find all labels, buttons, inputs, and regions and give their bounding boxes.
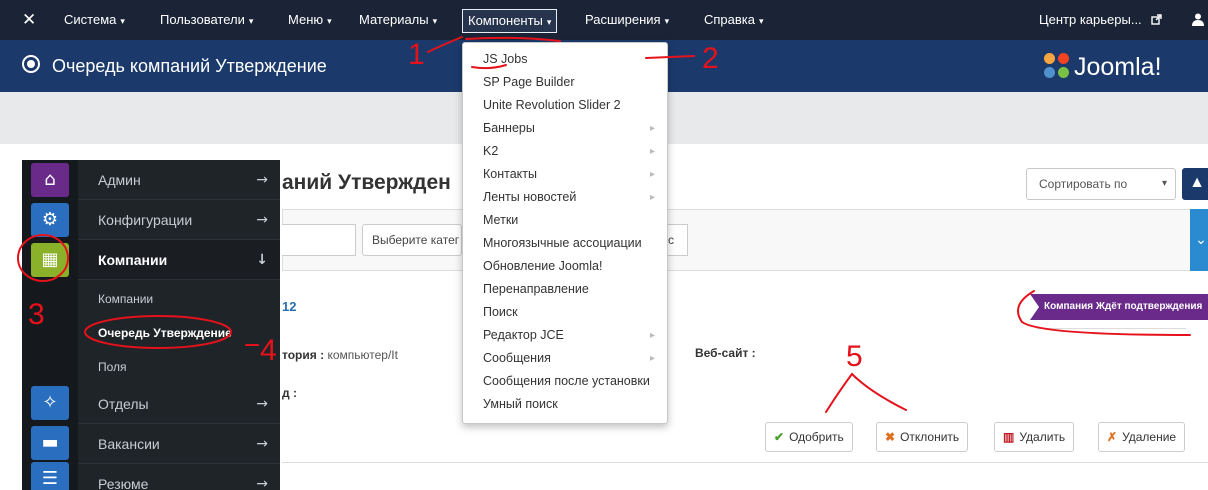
- dropdown-item-postinstall[interactable]: Сообщения после установки: [463, 371, 667, 392]
- menu-system[interactable]: Система ▾: [64, 0, 125, 40]
- dropdown-item-smart-search[interactable]: Умный поиск: [463, 394, 667, 415]
- annotation-arrow-5: [825, 372, 907, 413]
- sidebar-item-admin[interactable]: Админ →: [78, 160, 280, 200]
- joomla-logo-icon[interactable]: ✕: [22, 10, 36, 30]
- sidebar-item-companies[interactable]: Компании ↓: [78, 240, 280, 280]
- joomla-brand-icon: [1044, 53, 1070, 79]
- annotation-label: 5: [846, 340, 863, 373]
- chevron-down-icon: ▾: [759, 16, 764, 26]
- cross-icon: ✖: [885, 430, 896, 444]
- company-name-link[interactable]: 12: [282, 299, 296, 314]
- dropdown-item-jce-editor[interactable]: Редактор JCE ▸: [463, 325, 667, 346]
- delete-button[interactable]: ▥ Удалить: [994, 422, 1075, 452]
- company-address-label: д :: [282, 386, 297, 400]
- chevron-right-icon: ▸: [649, 123, 655, 134]
- building-icon[interactable]: ▦: [31, 243, 69, 277]
- chevron-down-icon: ▾: [120, 16, 125, 26]
- chevron-down-icon: ▾: [546, 17, 552, 27]
- dropdown-item-contacts[interactable]: Контакты ▸: [463, 164, 667, 185]
- arrow-right-icon: →: [256, 172, 268, 188]
- category-filter-select[interactable]: Выберите катег: [362, 224, 462, 256]
- chevron-right-icon: ▸: [649, 353, 655, 364]
- dropdown-item-search[interactable]: Поиск: [463, 302, 667, 323]
- components-dropdown-menu: JS Jobs SP Page Builder Unite Revolution…: [462, 42, 668, 424]
- chevron-down-icon: ▾: [664, 16, 670, 26]
- network-icon[interactable]: ✧: [31, 386, 69, 420]
- menu-content[interactable]: Материалы ▾: [359, 0, 437, 40]
- menu-help[interactable]: Справка ▾: [704, 0, 764, 40]
- user-icon: [1192, 13, 1204, 26]
- resume-icon[interactable]: ☰: [31, 462, 69, 490]
- approve-button[interactable]: ✔ Одобрить: [765, 422, 853, 452]
- site-link[interactable]: Центр карьеры...: [1039, 0, 1162, 40]
- jsjobs-sidebar: ⌂ ⚙ ▦ ✧ ▬ ☰ Админ → Конфигурации → Компани…: [22, 160, 280, 490]
- dropdown-item-redirect[interactable]: Перенаправление: [463, 279, 667, 300]
- chevron-right-icon: ▸: [649, 330, 655, 341]
- dropdown-item-sp-page-builder[interactable]: SP Page Builder: [463, 72, 667, 93]
- sidebar-subitem-companies[interactable]: Компании: [78, 282, 280, 316]
- dropdown-item-banners[interactable]: Баннеры ▸: [463, 118, 667, 139]
- chevron-right-icon: ▸: [649, 169, 655, 180]
- dropdown-item-newsfeeds[interactable]: Ленты новостей ▸: [463, 187, 667, 208]
- status-filter-select[interactable]: с: [666, 224, 688, 256]
- chevron-down-icon: ▾: [432, 16, 438, 26]
- sidebar-subitem-fields[interactable]: Поля: [78, 350, 280, 384]
- company-website-label: Веб-сайт :: [695, 346, 756, 360]
- filter-toggle-button[interactable]: ⌄: [1190, 209, 1208, 271]
- menu-extensions[interactable]: Расширения ▾: [585, 0, 669, 40]
- status-badge: Компания Ждёт подтверждения: [1030, 294, 1208, 320]
- sidebar-item-configurations[interactable]: Конфигурации →: [78, 200, 280, 240]
- arrow-down-icon: ↓: [256, 252, 268, 268]
- joomla-brand: Joomla!: [1044, 52, 1162, 82]
- trash-icon: ▥: [1003, 430, 1015, 444]
- force-delete-button[interactable]: ✗ Удаление: [1098, 422, 1186, 452]
- page-title: Очередь компаний Утверждение: [52, 56, 327, 76]
- chevron-down-icon: ▾: [1161, 178, 1167, 189]
- divider: [1036, 328, 1186, 329]
- menu-components[interactable]: Компоненты ▾: [462, 9, 558, 33]
- briefcase-icon[interactable]: ▬: [31, 426, 69, 460]
- chevron-down-icon: ▾: [248, 16, 254, 26]
- file-delete-icon: ✗: [1107, 430, 1118, 444]
- chevron-down-icon: ▾: [327, 16, 332, 26]
- divider: [282, 462, 1208, 463]
- sort-direction-button[interactable]: ▲: [1182, 168, 1208, 200]
- company-category: тория : компьютер/It: [282, 348, 398, 362]
- home-icon[interactable]: ⌂: [31, 163, 69, 197]
- menu-menus[interactable]: Меню ▾: [288, 0, 332, 40]
- sidebar-item-departments[interactable]: Отделы →: [78, 384, 280, 424]
- check-icon: ✔: [774, 430, 785, 444]
- sidebar-subitem-approval-queue[interactable]: Очередь Утверждение: [78, 316, 280, 350]
- sidebar-item-jobs[interactable]: Вакансии →: [78, 424, 280, 464]
- user-menu[interactable]: [1192, 0, 1204, 40]
- content-heading: аний Утвержден: [282, 171, 451, 194]
- arrow-right-icon: →: [256, 476, 268, 490]
- external-link-icon: [1151, 14, 1162, 25]
- reject-button[interactable]: ✖ Отклонить: [876, 422, 969, 452]
- arrow-right-icon: →: [256, 396, 268, 412]
- dropdown-item-messages[interactable]: Сообщения ▸: [463, 348, 667, 369]
- chevron-right-icon: ▸: [649, 192, 655, 203]
- sidebar-item-resumes[interactable]: Резюме →: [78, 464, 280, 490]
- dropdown-item-revolution-slider[interactable]: Unite Revolution Slider 2: [463, 95, 667, 116]
- dropdown-item-associations[interactable]: Многоязычные ассоциации: [463, 233, 667, 254]
- menu-users[interactable]: Пользователи ▾: [160, 0, 253, 40]
- gears-icon[interactable]: ⚙: [31, 203, 69, 237]
- arrow-right-icon: →: [256, 212, 268, 228]
- search-input[interactable]: [282, 224, 356, 256]
- dropdown-item-k2[interactable]: K2 ▸: [463, 141, 667, 162]
- dropdown-item-js-jobs[interactable]: JS Jobs: [463, 49, 667, 70]
- sort-select[interactable]: Сортировать по ▾: [1026, 168, 1176, 200]
- chevron-right-icon: ▸: [649, 146, 655, 157]
- circle-dot-icon: [22, 55, 40, 73]
- dropdown-item-joomla-update[interactable]: Обновление Joomla!: [463, 256, 667, 277]
- arrow-right-icon: →: [256, 436, 268, 452]
- top-navbar: ✕ Система ▾ Пользователи ▾ Меню ▾ Материалы…: [0, 0, 1208, 40]
- dropdown-item-tags[interactable]: Метки: [463, 210, 667, 231]
